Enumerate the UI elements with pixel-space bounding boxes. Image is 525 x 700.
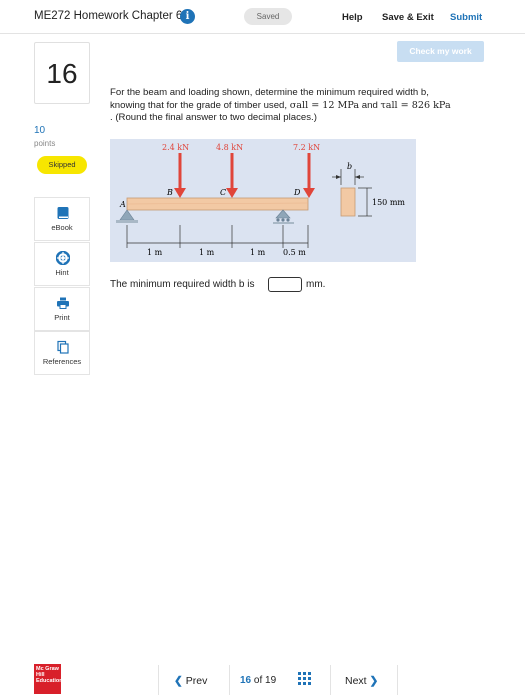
chevron-left-icon: ❮ [174, 675, 183, 687]
total-pages: 19 [265, 675, 277, 686]
point-label-d: D [293, 188, 301, 197]
current-page: 16 [240, 675, 252, 686]
hint-label: Hint [55, 268, 69, 277]
width-answer-input[interactable] [268, 277, 302, 292]
points-value: 10 [34, 125, 46, 136]
saved-status-badge: Saved [244, 8, 292, 25]
page-indicator[interactable]: 16 of 19 [240, 675, 276, 686]
load-label-c: 4.8 kN [216, 143, 243, 152]
documents-icon [57, 340, 69, 354]
ebook-button[interactable]: eBook [34, 197, 90, 241]
next-label: Next [345, 675, 367, 687]
load-label-d: 7.2 kN [293, 143, 320, 152]
hint-button[interactable]: Hint [34, 242, 90, 286]
question-line-2: knowing that for the grade of timber use… [110, 100, 500, 113]
references-label: References [42, 357, 82, 366]
sigma-allowable: σall = 12 MPa [289, 99, 360, 111]
skipped-badge: Skipped [37, 156, 87, 174]
beam-figure: 2.4 kN 4.8 kN 7.2 kN A B C D 1 m 1 m 1 m… [110, 139, 416, 262]
lifebuoy-icon [56, 251, 70, 265]
question-number: 16 [34, 42, 90, 104]
next-button[interactable]: Next ❯ [345, 675, 378, 687]
span-dimension-line [126, 225, 309, 248]
info-icon[interactable]: i [180, 9, 195, 24]
height-dimension [358, 187, 372, 217]
ebook-label: eBook [51, 223, 73, 232]
point-label-b: B [166, 188, 173, 197]
question-line-3: . (Round the final answer to two decimal… [110, 112, 317, 123]
roller-support [273, 209, 294, 224]
question-line-1: For the beam and loading shown, determin… [110, 87, 429, 98]
references-button[interactable]: References [34, 331, 90, 375]
span-label-cd: 1 m [250, 248, 266, 257]
book-icon [57, 207, 69, 219]
answer-prompt: The minimum required width b is [110, 279, 255, 290]
assignment-title: ME272 Homework Chapter 6 [34, 10, 183, 22]
answer-prompt-text: The minimum required width b is [110, 279, 255, 290]
prev-button[interactable]: ❮ Prev [174, 675, 207, 687]
submit-link[interactable]: Submit [450, 12, 482, 23]
save-exit-link[interactable]: Save & Exit [382, 12, 434, 23]
span-label-d-end: 0.5 m [283, 248, 306, 257]
span-label-bc: 1 m [199, 248, 215, 257]
beam-cross-section [340, 187, 356, 217]
span-label-ab: 1 m [147, 248, 163, 257]
answer-unit: mm. [306, 279, 326, 290]
width-label: b [347, 162, 352, 171]
check-my-work-button[interactable]: Check my work [397, 41, 484, 62]
of-label: of [253, 675, 263, 686]
prev-label: Prev [185, 675, 208, 687]
question-line-2-text: knowing that for the grade of timber use… [110, 99, 290, 111]
print-label: Print [54, 313, 70, 322]
question-and-text: and [359, 99, 381, 111]
mcgraw-hill-logo: Mc Graw Hill Education [34, 664, 63, 694]
printer-icon [57, 297, 69, 309]
help-link[interactable]: Help [342, 12, 363, 23]
question-text: For the beam and loading shown, determin… [110, 87, 500, 125]
tau-allowable: τall = 826 kPa [380, 99, 451, 111]
chevron-right-icon: ❯ [369, 675, 379, 687]
load-label-b: 2.4 kN [162, 143, 189, 152]
point-label-c: C [220, 188, 226, 197]
top-bar: ME272 Homework Chapter 6 i Saved Help Sa… [0, 0, 525, 34]
points-label: points [34, 139, 56, 148]
grid-icon[interactable] [298, 672, 311, 685]
print-button[interactable]: Print [34, 287, 90, 331]
point-label-a: A [119, 200, 126, 209]
height-label: 150 mm [372, 198, 405, 207]
pin-support [116, 209, 138, 223]
